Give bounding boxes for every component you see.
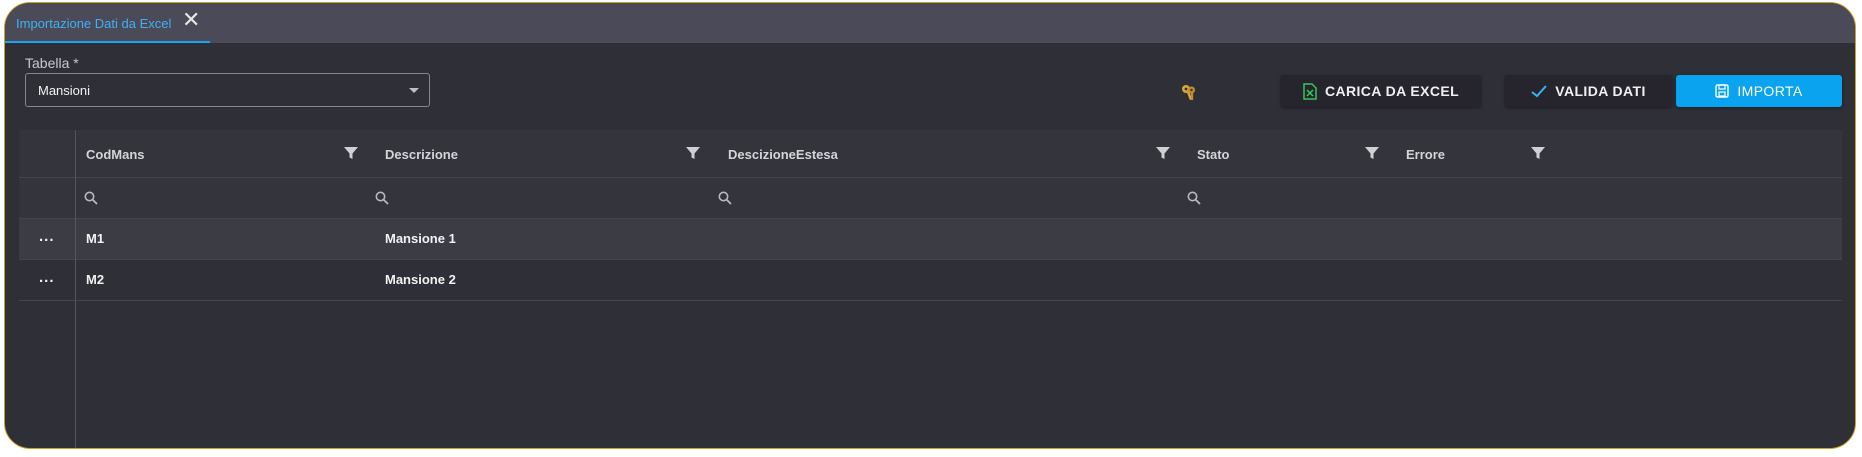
tab-bar: Importazione Dati da Excel ✕	[5, 3, 1855, 43]
importa-button[interactable]: IMPORTA	[1676, 75, 1842, 107]
column-header-codmans[interactable]: CodMans	[76, 130, 375, 177]
filter-row	[19, 178, 1842, 219]
cell-descrizione: Mansione 2	[385, 272, 456, 287]
cell-codmans: M1	[86, 231, 105, 246]
search-icon	[718, 191, 732, 205]
carica-da-excel-label: CARICA DA EXCEL	[1324, 83, 1460, 99]
filter-cell-descrizione	[375, 178, 718, 218]
table-field-label: Tabella *	[25, 55, 79, 71]
table-row[interactable]: ... M2 Mansione 2	[19, 260, 1842, 301]
column-header-errore[interactable]: Errore	[1396, 130, 1842, 177]
table-select-value: Mansioni	[38, 83, 91, 98]
filter-cell-stato	[1187, 178, 1396, 218]
filter-input-descizioneestesa[interactable]	[746, 184, 1179, 214]
filter-cell-descizioneestesa	[718, 178, 1187, 218]
excel-file-icon	[1303, 82, 1317, 100]
carica-da-excel-button[interactable]: CARICA DA EXCEL	[1281, 75, 1481, 107]
column-header-descrizione[interactable]: Descrizione	[375, 130, 718, 177]
column-label-errore: Errore	[1406, 147, 1446, 162]
filter-icon[interactable]	[1156, 146, 1170, 160]
save-icon	[1715, 84, 1730, 98]
close-icon[interactable]: ✕	[182, 9, 200, 31]
row-selector-divider	[75, 130, 76, 448]
column-header-descizioneestesa[interactable]: DescizioneEstesa	[718, 130, 1187, 177]
filter-icon[interactable]	[1531, 146, 1545, 160]
column-label-stato: Stato	[1197, 147, 1230, 162]
filter-input-codmans[interactable]	[104, 184, 367, 214]
keys-icon[interactable]	[1180, 83, 1198, 101]
column-label-descrizione: Descrizione	[385, 147, 458, 162]
search-icon	[1187, 191, 1201, 205]
data-grid: CodMans Descrizione DescizioneEstesa Sta…	[19, 130, 1842, 448]
tab-importazione[interactable]: Importazione Dati da Excel ✕	[5, 3, 210, 43]
column-label-descizioneestesa: DescizioneEstesa	[728, 147, 838, 162]
cell-descrizione: Mansione 1	[385, 231, 456, 246]
table-row[interactable]: ... M1 Mansione 1	[19, 219, 1842, 260]
filter-icon[interactable]	[1365, 146, 1379, 160]
filter-input-stato[interactable]	[1215, 184, 1388, 214]
valida-dati-label: VALIDA DATI	[1555, 83, 1646, 99]
filter-input-descrizione[interactable]	[403, 184, 710, 214]
cell-codmans: M2	[86, 272, 105, 287]
filter-icon[interactable]	[686, 146, 700, 160]
search-icon	[375, 191, 389, 205]
filter-cell-codmans	[76, 178, 375, 218]
column-header-stato[interactable]: Stato	[1187, 130, 1396, 177]
table-select[interactable]: Mansioni	[25, 73, 430, 107]
chevron-down-icon	[409, 88, 419, 93]
filter-icon[interactable]	[344, 146, 358, 160]
tab-label: Importazione Dati da Excel	[16, 16, 172, 31]
grid-header: CodMans Descrizione DescizioneEstesa Sta…	[19, 130, 1842, 178]
row-actions-button[interactable]: ...	[39, 228, 55, 245]
row-actions-button[interactable]: ...	[39, 269, 55, 286]
valida-dati-button[interactable]: VALIDA DATI	[1505, 75, 1672, 107]
column-label-codmans: CodMans	[86, 147, 145, 162]
importa-label: IMPORTA	[1737, 83, 1803, 99]
search-icon	[84, 191, 98, 205]
main-panel: Importazione Dati da Excel ✕ Tabella * M…	[4, 2, 1856, 449]
check-icon	[1531, 84, 1548, 97]
